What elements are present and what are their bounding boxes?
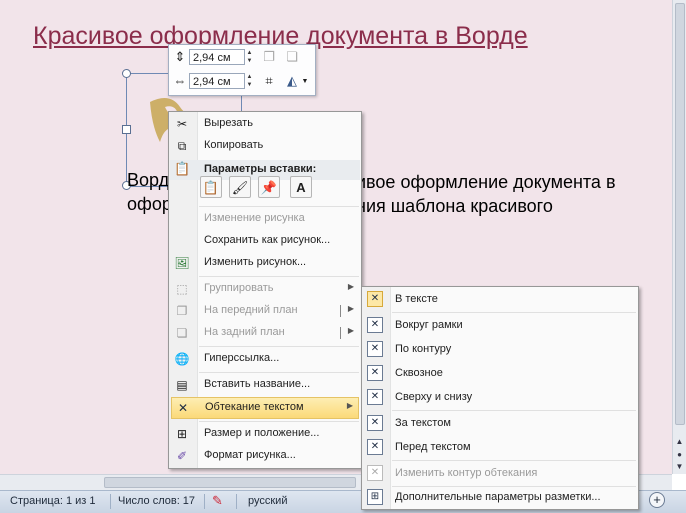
scroll-up-icon[interactable]: ▲ [674,436,685,448]
copy-icon: ⧉ [177,139,187,153]
status-word-count[interactable]: Число слов: 17 [118,495,195,507]
paragraph-right-line-2: ния шаблона красивого [356,196,553,216]
menu-item-change-picture[interactable]: 🖼 Изменить рисунок... [169,252,361,274]
status-page[interactable]: Страница: 1 из 1 [10,495,96,507]
paste-merge-formatting-button[interactable]: 🖌 [229,176,251,198]
resize-handle-left[interactable] [122,125,131,134]
select-browse-object-icon[interactable]: ● [674,449,685,461]
text-wrap-submenu: ✕ В тексте ✕ Вокруг рамки ✕ По контуру ✕… [361,286,639,510]
split-divider [340,305,341,317]
scissors-icon: ✂ [176,117,188,131]
group-icon: ⬚ [176,282,188,296]
body-paragraph-right: ивое оформление документа в ния шаблона … [356,170,672,218]
submenu-arrow-icon: ▶ [347,326,354,335]
scroll-down-icon[interactable]: ▼ [674,461,685,473]
paste-text-only-button[interactable]: A [290,176,312,198]
shape-height-field[interactable]: 2,94 см [189,49,245,65]
paste-keep-formatting-button[interactable]: 📋 [200,176,222,198]
width-spinner[interactable]: ▲ ▼ [245,73,254,89]
shape-height-icon: ⇕ [174,49,186,64]
menu-separator [199,421,359,422]
menu-item-text-wrap[interactable]: ✕ Обтекание текстом ▶ [171,397,359,419]
menu-item-hyperlink[interactable]: 🌐 Гиперссылка... [169,348,361,370]
wrap-behind-text-icon: ✕ [367,415,383,431]
menu-item-format-picture[interactable]: ✐ Формат рисунка... [169,445,361,467]
wrap-inline-icon: ✕ [367,291,383,307]
edit-wrap-points-icon: ✕ [367,465,383,481]
wrap-inline-item[interactable]: ✕ В тексте [362,288,638,311]
menu-separator [392,312,636,313]
menu-separator [392,410,636,411]
format-picture-icon: ✐ [176,449,188,463]
menu-item-insert-caption[interactable]: ▤ Вставить название... [169,374,361,396]
menu-separator [199,346,359,347]
menu-item-change-picture-header: Изменение рисунка [204,212,305,224]
crop-icon[interactable]: ⌗ [261,73,277,89]
menu-item-size-position[interactable]: ⊞ Размер и положение... [169,423,361,445]
vertical-scroll-thumb[interactable] [675,3,685,425]
zoom-in-icon[interactable]: + [649,492,665,508]
menu-item-cut[interactable]: ✂ Вырезать [169,113,361,135]
bring-forward-icon: ❐ [176,304,188,318]
menu-separator [392,460,636,461]
resize-handle-top-left[interactable] [122,69,131,78]
change-picture-icon: 🖼 [174,256,190,270]
menu-item-copy[interactable]: ⧉ Копировать [169,135,361,157]
more-layout-options-item[interactable]: ⊞ Дополнительные параметры разметки... [362,486,638,509]
wrap-through-item[interactable]: ✕ Сквозное [362,362,638,385]
send-backward-icon[interactable]: ❏ [284,49,300,65]
wrap-top-bottom-item[interactable]: ✕ Сверху и снизу [362,386,638,409]
wrap-behind-text-item[interactable]: ✕ За текстом [362,412,638,435]
spelling-check-icon[interactable]: ✎ [212,493,223,509]
context-menu: ✂ Вырезать ⧉ Копировать 📋 Параметры вста… [168,111,362,469]
menu-item-group[interactable]: ⬚ Группировать ▶ [169,278,361,300]
shape-width-icon: ⇔ [173,73,187,88]
menu-item-bring-forward[interactable]: ❐ На передний план ▶ [169,300,361,322]
edit-wrap-points-item[interactable]: ✕ Изменить контур обтекания [362,462,638,485]
height-spinner[interactable]: ▲ ▼ [245,49,254,65]
menu-separator [199,372,359,373]
split-divider [340,327,341,339]
wrap-in-front-item[interactable]: ✕ Перед текстом [362,436,638,459]
wrap-through-icon: ✕ [367,365,383,381]
size-position-icon: ⊞ [176,427,188,441]
menu-item-save-as-picture[interactable]: Сохранить как рисунок... [169,230,361,252]
menu-item-send-backward[interactable]: ❏ На задний план ▶ [169,322,361,344]
hyperlink-icon: 🌐 [174,352,190,366]
wrap-tight-icon: ✕ [367,341,383,357]
submenu-arrow-icon: ▶ [347,282,354,291]
paste-icon: 📋 [174,161,191,176]
status-divider [110,494,111,509]
layout-options-icon: ⊞ [367,489,383,505]
wrap-in-front-icon: ✕ [367,439,383,455]
text-wrap-icon: ✕ [177,401,189,415]
wrap-top-bottom-icon: ✕ [367,389,383,405]
menu-separator [199,206,359,207]
paste-picture-button[interactable]: 📌 [258,176,280,198]
wrap-square-item[interactable]: ✕ Вокруг рамки [362,314,638,337]
paragraph-right-line-1: ивое оформление документа в [356,172,616,192]
status-divider [236,494,237,509]
bring-forward-icon[interactable]: ❐ [261,49,277,65]
shape-width-field[interactable]: 2,94 см [189,73,245,89]
status-language[interactable]: русский [248,495,287,507]
wrap-tight-item[interactable]: ✕ По контуру [362,338,638,361]
send-backward-icon: ❏ [176,326,188,340]
picture-mini-toolbar: ⇕ 2,94 см ▲ ▼ ❐ ❏ ⇔ 2,94 см ▲ ▼ ⌗ ◭ ▼ [168,44,316,96]
horizontal-scroll-thumb[interactable] [104,477,356,488]
chevron-down-icon[interactable]: ▼ [297,74,313,90]
status-divider [204,494,205,509]
submenu-arrow-icon: ▶ [347,304,354,313]
menu-separator [199,276,359,277]
wrap-square-icon: ✕ [367,317,383,333]
submenu-arrow-icon: ▶ [346,401,353,410]
caption-icon: ▤ [176,378,188,392]
